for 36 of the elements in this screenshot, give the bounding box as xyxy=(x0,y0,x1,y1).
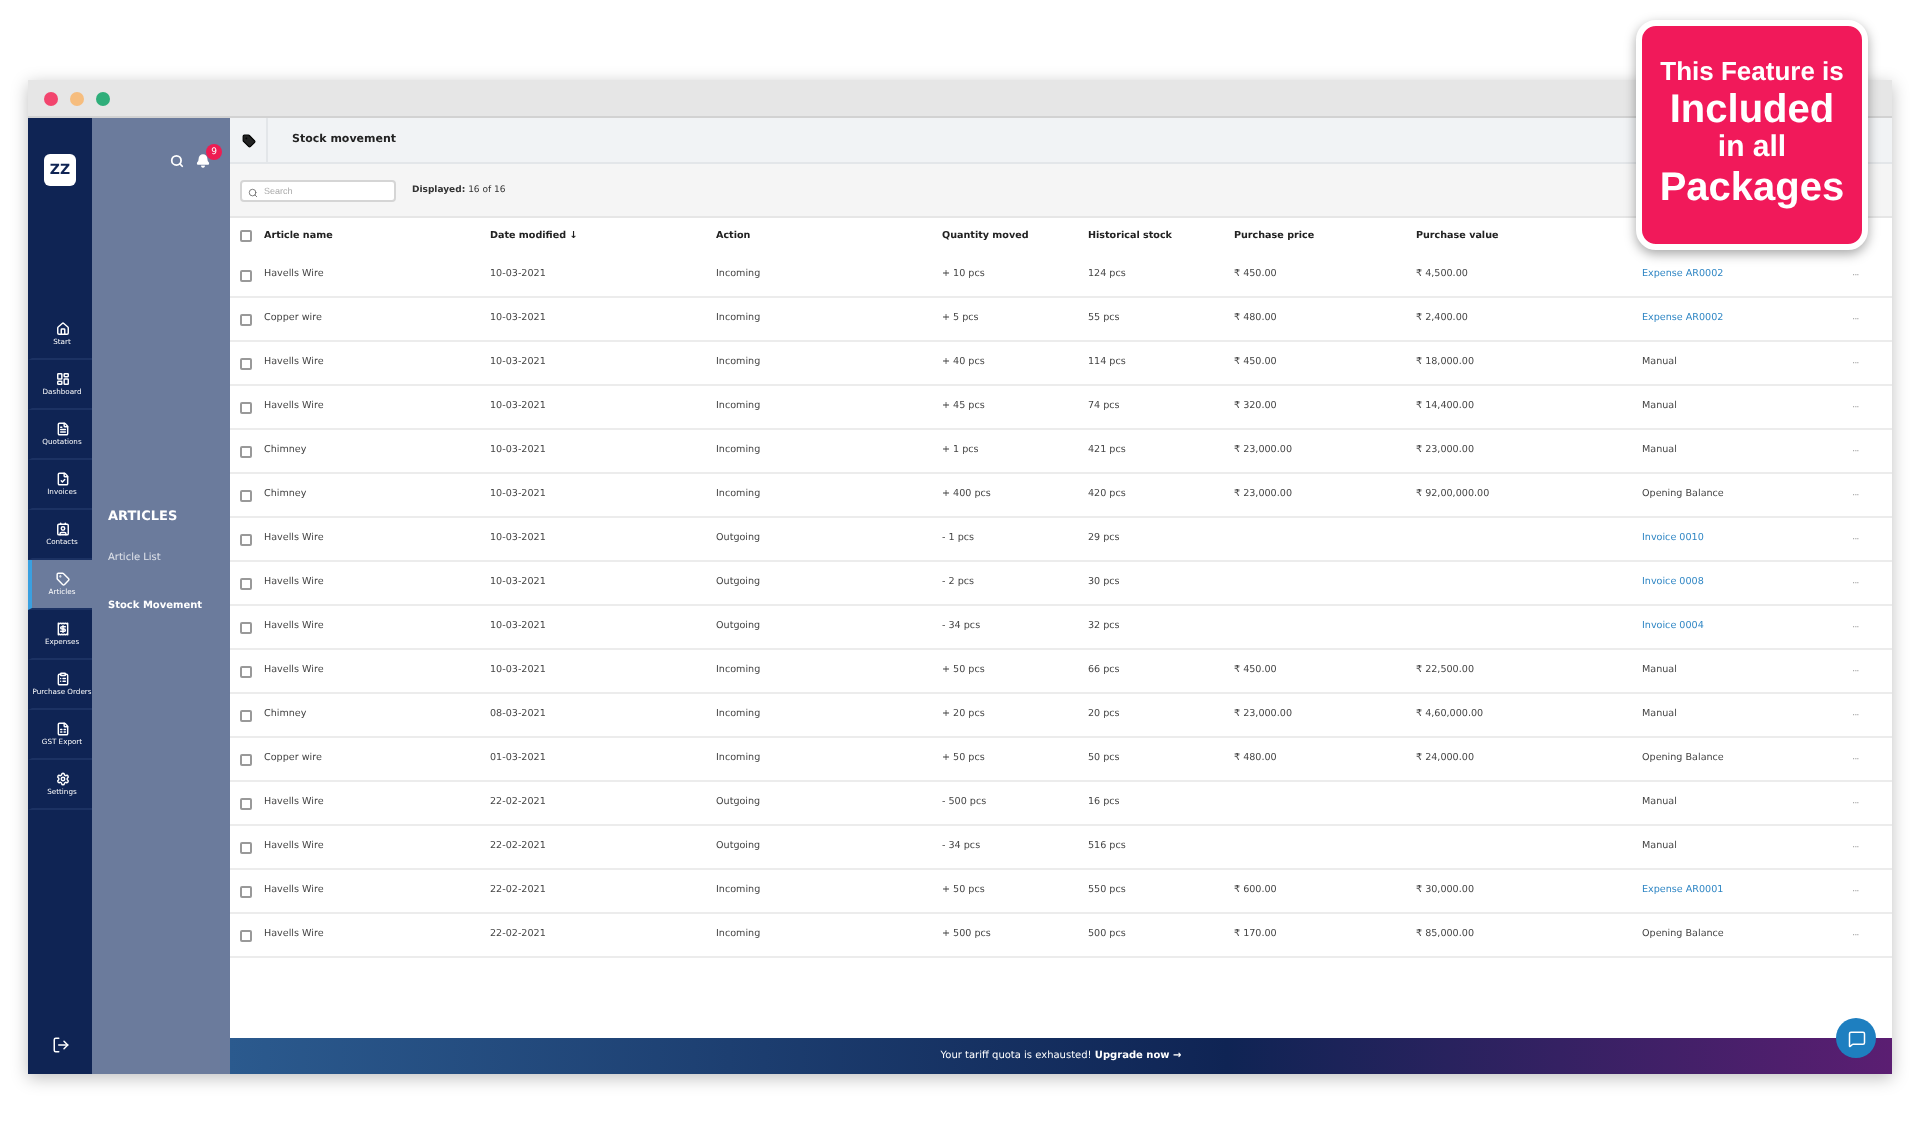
select-all-checkbox[interactable] xyxy=(240,230,252,242)
bell-icon[interactable] xyxy=(196,154,210,168)
document-icon xyxy=(55,422,69,436)
spreadsheet-icon xyxy=(55,722,69,736)
contact-card-icon xyxy=(55,522,69,536)
close-icon[interactable] xyxy=(44,91,58,105)
row-checkbox[interactable] xyxy=(240,489,252,501)
maximize-icon[interactable] xyxy=(96,91,110,105)
dashboard-icon xyxy=(55,372,69,386)
chat-icon xyxy=(1847,1029,1865,1047)
tag-icon xyxy=(241,133,255,147)
document-icon xyxy=(55,472,69,486)
row-checkbox[interactable] xyxy=(240,401,252,413)
row-checkbox[interactable] xyxy=(240,709,252,721)
row-checkbox[interactable] xyxy=(240,665,252,677)
row-checkbox[interactable] xyxy=(240,753,252,765)
clipboard-icon xyxy=(55,672,69,686)
chat-button[interactable] xyxy=(1836,1018,1876,1058)
receipt-icon xyxy=(55,622,69,636)
logout-icon[interactable] xyxy=(51,1036,69,1054)
row-checkbox[interactable] xyxy=(240,269,252,281)
row-checkbox[interactable] xyxy=(240,313,252,325)
row-checkbox[interactable] xyxy=(240,357,252,369)
tag-icon xyxy=(55,572,69,586)
row-checkbox[interactable] xyxy=(240,841,252,853)
row-checkbox[interactable] xyxy=(240,621,252,633)
row-checkbox[interactable] xyxy=(240,533,252,545)
feature-badge: This Feature is Included in all Packages xyxy=(1636,20,1868,250)
row-checkbox[interactable] xyxy=(240,885,252,897)
row-checkbox[interactable] xyxy=(240,577,252,589)
search-icon[interactable] xyxy=(170,154,184,168)
row-checkbox[interactable] xyxy=(240,445,252,457)
row-checkbox[interactable] xyxy=(240,929,252,941)
settings-icon xyxy=(55,772,69,786)
row-checkbox[interactable] xyxy=(240,797,252,809)
home-icon xyxy=(55,322,69,336)
